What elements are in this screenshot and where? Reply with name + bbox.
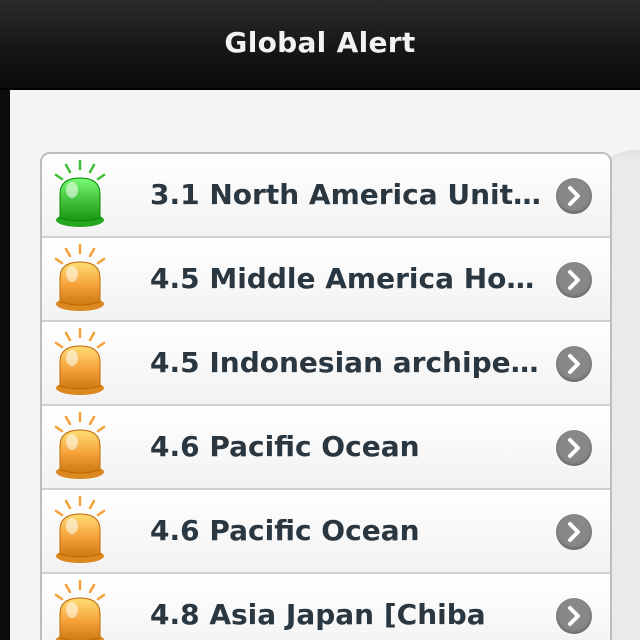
- alert-label: 4.8 Asia Japan [Chiba: [150, 598, 486, 631]
- siren-light-icon: [50, 494, 110, 566]
- chevron-right-icon[interactable]: [556, 346, 592, 382]
- page-title: Global Alert: [224, 26, 416, 59]
- siren-light-icon: [50, 242, 110, 314]
- list-item[interactable]: 4.8 Asia Japan [Chiba: [42, 572, 610, 640]
- list-item[interactable]: 4.5 Middle America Honduras: [42, 236, 610, 320]
- list-item[interactable]: 4.6 Pacific Ocean: [42, 404, 610, 488]
- chevron-right-icon[interactable]: [556, 262, 592, 298]
- siren-light-icon: [50, 410, 110, 482]
- chevron-right-icon[interactable]: [556, 598, 592, 634]
- alert-list: 3.1 North America United States 4.5 Midd…: [40, 152, 612, 640]
- title-bar: Global Alert: [0, 0, 640, 90]
- list-item[interactable]: 3.1 North America United States: [42, 154, 610, 236]
- list-item[interactable]: 4.6 Pacific Ocean: [42, 488, 610, 572]
- alert-label: 4.6 Pacific Ocean: [150, 430, 420, 463]
- app-screen: Global Alert 3.1 North America United St…: [0, 0, 640, 640]
- siren-light-icon: [50, 158, 110, 230]
- siren-light-icon: [50, 578, 110, 640]
- siren-light-icon: [50, 326, 110, 398]
- chevron-right-icon[interactable]: [556, 430, 592, 466]
- chevron-right-icon[interactable]: [556, 178, 592, 214]
- alert-label: 3.1 North America United States: [150, 178, 544, 211]
- alert-label: 4.5 Indonesian archipelago: [150, 346, 544, 379]
- alert-label: 4.6 Pacific Ocean: [150, 514, 420, 547]
- content-area: 3.1 North America United States 4.5 Midd…: [10, 90, 640, 640]
- list-item[interactable]: 4.5 Indonesian archipelago: [42, 320, 610, 404]
- alert-label: 4.5 Middle America Honduras: [150, 262, 544, 295]
- chevron-right-icon[interactable]: [556, 514, 592, 550]
